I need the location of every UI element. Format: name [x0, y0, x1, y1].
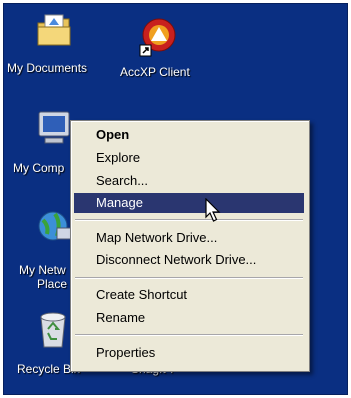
my-documents-icon[interactable] — [35, 13, 73, 52]
menu-item-properties[interactable]: Properties — [74, 343, 304, 363]
menu-item-open[interactable]: Open — [74, 125, 304, 145]
network-places-label-line1: My Netw — [19, 263, 66, 277]
accxp-client-icon[interactable] — [138, 15, 178, 64]
desktop: My Documents AccXP Client My Comp My Net… — [3, 3, 348, 395]
menu-item-manage[interactable]: Manage — [74, 193, 304, 213]
menu-separator — [75, 334, 303, 336]
recycle-bin-icon[interactable] — [35, 309, 71, 354]
context-menu: Open Explore Search... Manage Map Networ… — [70, 120, 310, 372]
network-places-icon[interactable] — [35, 208, 75, 251]
my-documents-label: My Documents — [7, 61, 88, 75]
menu-item-search[interactable]: Search... — [74, 171, 304, 191]
my-computer-icon[interactable] — [35, 108, 75, 153]
menu-item-map-network-drive[interactable]: Map Network Drive... — [74, 228, 304, 248]
network-places-label-line2: Place — [37, 277, 68, 291]
my-computer-label: My Comp — [13, 161, 65, 175]
menu-item-disconnect-network-drive[interactable]: Disconnect Network Drive... — [74, 250, 304, 270]
mouse-cursor-icon — [205, 197, 223, 229]
menu-item-create-shortcut[interactable]: Create Shortcut — [74, 285, 304, 305]
accxp-client-label: AccXP Client — [120, 65, 190, 79]
menu-separator — [75, 277, 303, 279]
menu-item-explore[interactable]: Explore — [74, 148, 304, 168]
menu-item-rename[interactable]: Rename — [74, 308, 304, 328]
menu-separator — [75, 219, 303, 221]
